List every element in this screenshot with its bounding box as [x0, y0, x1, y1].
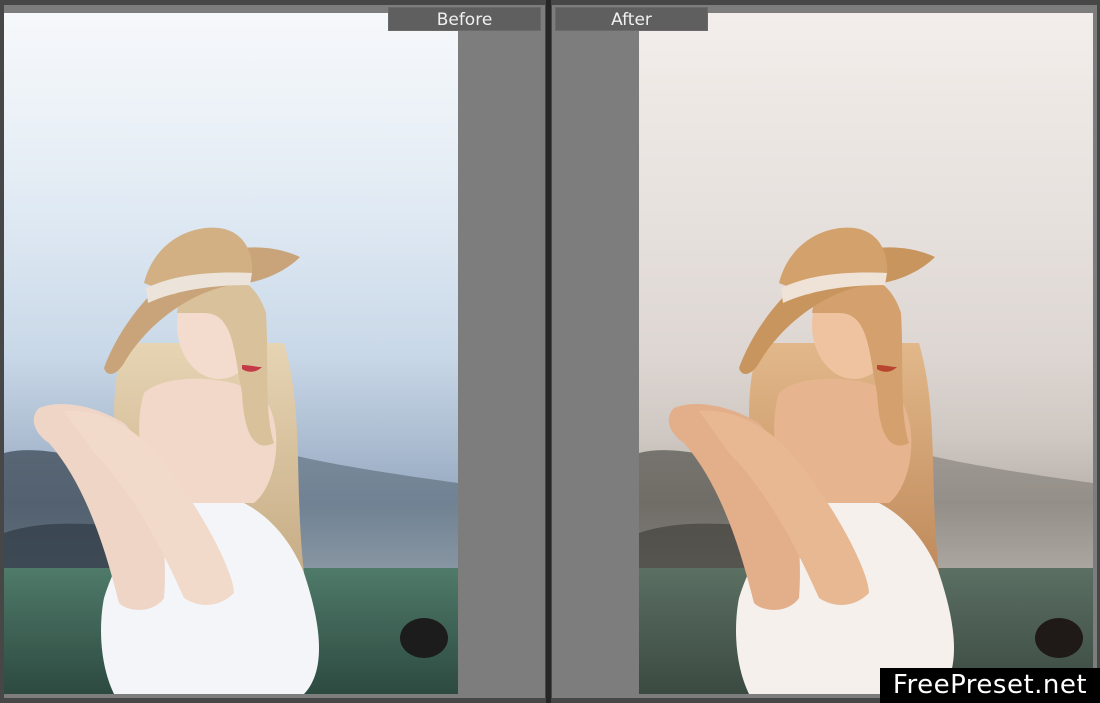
- split-divider[interactable]: [546, 0, 551, 703]
- after-photo: [639, 13, 1093, 694]
- watermark: FreePreset.net: [880, 668, 1100, 703]
- after-pane: After: [552, 5, 1097, 698]
- before-photo: [4, 13, 458, 694]
- before-label: Before: [388, 7, 541, 31]
- before-pane: Before: [4, 5, 545, 698]
- after-label: After: [555, 7, 708, 31]
